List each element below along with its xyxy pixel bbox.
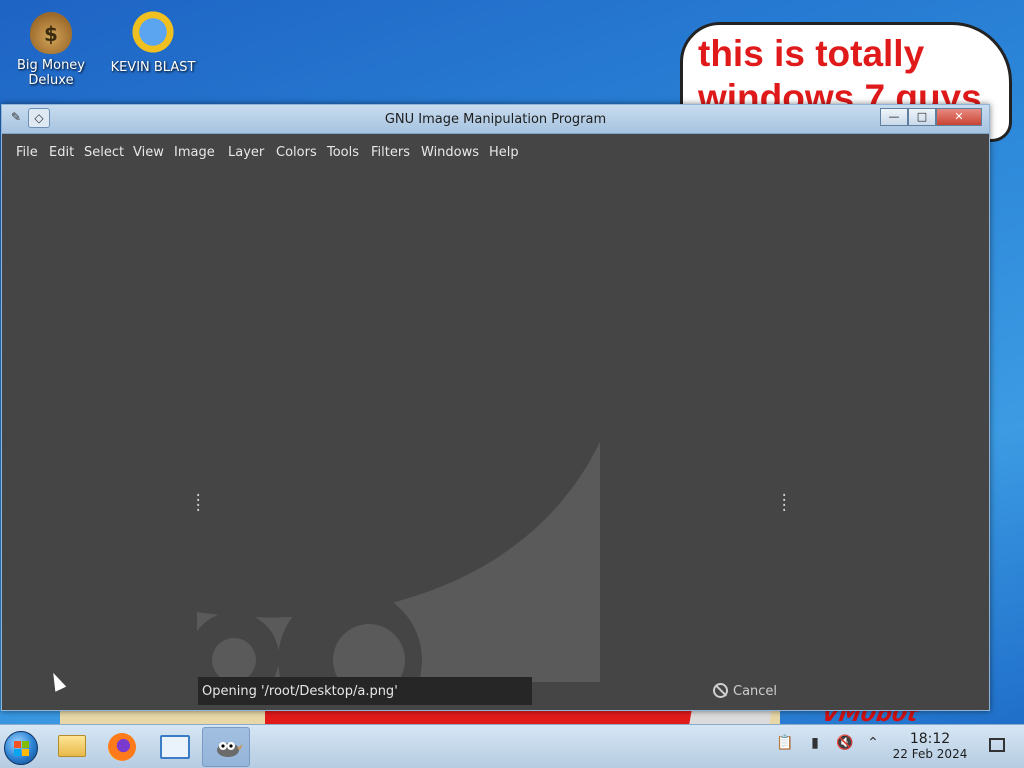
menu-windows[interactable]: Windows — [421, 145, 479, 160]
taskbar-gimp[interactable] — [202, 727, 250, 767]
cancel-label: Cancel — [733, 684, 778, 699]
menu-edit[interactable]: Edit — [49, 145, 74, 160]
menu-tools[interactable]: Tools — [327, 145, 359, 160]
clock-time: 18:12 — [909, 731, 951, 747]
menu-view[interactable]: View — [133, 145, 164, 160]
menu-filters[interactable]: Filters — [371, 145, 410, 160]
taskbar-firefox[interactable] — [98, 727, 146, 767]
progress-status-bar: Opening '/root/Desktop/a.png' — [198, 677, 532, 705]
battery-icon[interactable]: ▮ — [806, 735, 824, 755]
clock-date: 22 Feb 2024 — [892, 747, 968, 761]
desktop-icon-kevin-blast[interactable]: KEVIN BLAST — [108, 8, 198, 75]
taskbar-file-manager[interactable] — [46, 727, 94, 767]
image-canvas-area[interactable]: · · · · · · · · — [2, 172, 989, 710]
menu-colors[interactable]: Colors — [276, 145, 317, 160]
taskbar: 📋 ▮ 🔇 ⌃ 18:12 22 Feb 2024 — [0, 724, 1024, 768]
network-settings-icon — [160, 735, 190, 759]
minimize-button[interactable]: — — [880, 108, 908, 126]
taskbar-network-settings[interactable] — [150, 727, 198, 767]
menu-layer[interactable]: Layer — [228, 145, 264, 160]
cancel-icon — [713, 683, 728, 698]
menu-image[interactable]: Image — [174, 145, 215, 160]
close-button[interactable]: ✕ — [936, 108, 982, 126]
window-title: GNU Image Manipulation Program — [384, 112, 607, 127]
desktop-icon-label: KEVIN BLAST — [110, 60, 196, 75]
firefox-icon — [108, 733, 136, 761]
menu-help[interactable]: Help — [489, 145, 519, 160]
money-bag-icon: $ — [30, 12, 72, 54]
start-button[interactable] — [0, 727, 48, 767]
menu-bar: File Edit Select View Image Layer Colors… — [2, 134, 989, 172]
right-dock-handle[interactable]: · · · · — [780, 489, 788, 518]
volume-muted-icon[interactable]: 🔇 — [836, 735, 854, 755]
desktop-icon-big-money-deluxe[interactable]: $ Big Money Deluxe — [6, 12, 96, 88]
status-message: Opening '/root/Desktop/a.png' — [202, 684, 398, 699]
clipboard-icon[interactable]: 📋 — [776, 735, 794, 755]
menu-file[interactable]: File — [16, 145, 38, 160]
windows-logo-icon — [4, 731, 38, 765]
desktop-icon-label: Big Money Deluxe — [16, 58, 85, 88]
maximize-button[interactable]: □ — [908, 108, 936, 126]
window-titlebar[interactable]: ✎ ◇ GNU Image Manipulation Program — □ ✕ — [2, 105, 989, 134]
show-desktop-button[interactable] — [989, 738, 1005, 752]
gimp-window: ✎ ◇ GNU Image Manipulation Program — □ ✕… — [1, 104, 990, 711]
cancel-button[interactable]: Cancel — [713, 683, 777, 699]
menu-select[interactable]: Select — [84, 145, 124, 160]
folder-icon — [58, 735, 86, 757]
kevin-blast-icon — [129, 8, 177, 56]
gimp-icon — [217, 742, 243, 757]
left-dock-handle[interactable]: · · · · — [194, 489, 202, 518]
clock[interactable]: 18:12 22 Feb 2024 — [880, 731, 980, 761]
wilber-watermark — [189, 442, 600, 710]
